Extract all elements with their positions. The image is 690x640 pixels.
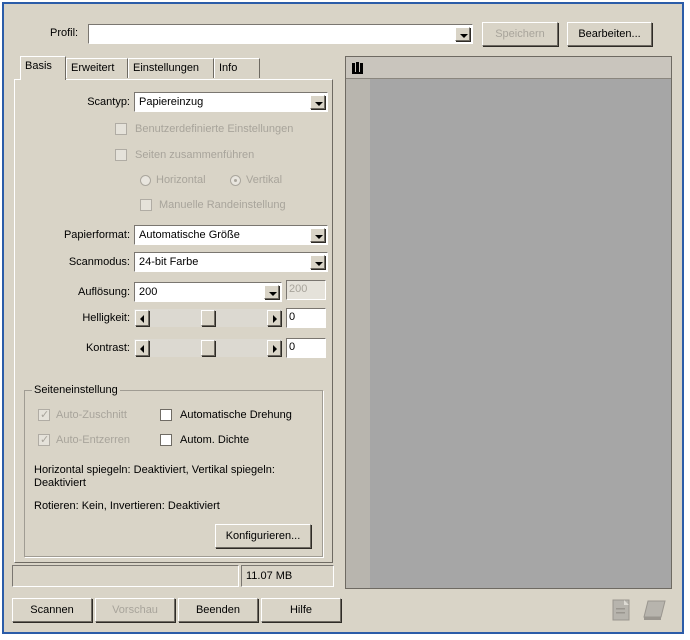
profile-label: Profil:	[50, 27, 79, 39]
preview-pane	[345, 56, 672, 589]
scan-mode-label: Scanmodus:	[68, 256, 130, 268]
scan-area-icon[interactable]	[640, 598, 668, 622]
custom-settings-label: Benutzerdefinierte Einstellungen	[135, 123, 294, 135]
tab-basis[interactable]: Basis	[20, 56, 66, 80]
contrast-label: Kontrast:	[85, 342, 130, 354]
contrast-value: 0	[289, 341, 296, 353]
preview-button[interactable]: Vorschau	[95, 598, 175, 622]
chevron-down-icon[interactable]	[310, 255, 325, 269]
brightness-field[interactable]: 0	[286, 308, 326, 328]
tab-erweitert[interactable]: Erweitert	[66, 58, 128, 78]
contrast-thumb[interactable]	[201, 340, 215, 356]
vertical-radio[interactable]	[230, 175, 241, 186]
paper-format-label: Papierformat:	[63, 229, 130, 241]
auto-rotation-label: Automatische Drehung	[180, 409, 292, 421]
scantype-value: Papiereinzug	[139, 96, 204, 108]
configure-button[interactable]: Konfigurieren...	[215, 524, 311, 548]
chevron-down-icon[interactable]	[310, 228, 325, 242]
merge-pages-checkbox[interactable]	[115, 149, 127, 161]
contrast-slider[interactable]	[134, 339, 282, 357]
resolution-select[interactable]: 200	[134, 282, 282, 302]
scan-mode-value: 24-bit Farbe	[139, 256, 199, 268]
auto-deskew-label: Auto-Entzerren	[56, 434, 130, 446]
tab-info[interactable]: Info	[214, 58, 260, 78]
scan-mode-select[interactable]: 24-bit Farbe	[134, 252, 328, 272]
finish-button[interactable]: Beenden	[178, 598, 258, 622]
preview-tool-icon[interactable]	[350, 60, 366, 76]
auto-density-checkbox[interactable]	[160, 434, 172, 446]
mirror-info-text: Horizontal spiegeln: Deaktiviert, Vertik…	[34, 464, 275, 489]
scantype-select[interactable]: Papiereinzug	[134, 92, 328, 112]
merge-pages-label: Seiten zusammenführen	[135, 149, 255, 161]
horizontal-radio[interactable]	[140, 175, 151, 186]
auto-crop-label: Auto-Zuschnitt	[56, 409, 127, 421]
manual-margin-label: Manuelle Randeinstellung	[159, 199, 286, 211]
brightness-label: Helligkeit:	[82, 312, 130, 324]
auto-density-label: Autom. Dichte	[180, 434, 250, 446]
brightness-thumb[interactable]	[201, 310, 215, 326]
scantype-label: Scantyp:	[87, 96, 130, 108]
paper-format-value: Automatische Größe	[139, 229, 240, 241]
manual-margin-checkbox[interactable]	[140, 199, 152, 211]
status-size-field: 11.07 MB	[241, 565, 334, 587]
auto-crop-checkbox[interactable]: ✓	[38, 409, 50, 421]
contrast-field[interactable]: 0	[286, 338, 326, 358]
edit-button[interactable]: Bearbeiten...	[567, 22, 652, 46]
page-settings-title: Seiteneinstellung	[32, 384, 120, 396]
chevron-down-icon[interactable]	[455, 27, 470, 41]
arrow-right-icon[interactable]	[267, 310, 281, 326]
chevron-down-icon[interactable]	[310, 95, 325, 109]
resolution-label: Auflösung:	[78, 286, 130, 298]
brightness-value: 0	[289, 311, 296, 323]
status-size-value: 11.07 MB	[246, 570, 293, 582]
preview-ruler	[346, 79, 370, 588]
horizontal-label: Horizontal	[156, 174, 206, 186]
resolution-value: 200	[139, 286, 158, 298]
custom-settings-checkbox[interactable]	[115, 123, 127, 135]
paper-format-select[interactable]: Automatische Größe	[134, 225, 328, 245]
preview-toolbar	[346, 57, 671, 79]
status-left-field	[12, 565, 239, 587]
rotate-info-text: Rotieren: Kein, Invertieren: Deaktiviert	[34, 500, 220, 512]
scan-button[interactable]: Scannen	[12, 598, 92, 622]
auto-rotation-checkbox[interactable]	[160, 409, 172, 421]
brightness-slider[interactable]	[134, 309, 282, 327]
chevron-down-icon[interactable]	[264, 285, 279, 299]
arrow-left-icon[interactable]	[135, 310, 149, 326]
profile-select[interactable]	[88, 24, 473, 44]
save-button[interactable]: Speichern	[482, 22, 558, 46]
resolution-side-value: 200	[289, 283, 308, 295]
auto-deskew-checkbox[interactable]: ✓	[38, 434, 50, 446]
help-button[interactable]: Hilfe	[261, 598, 341, 622]
tab-einstellungen[interactable]: Einstellungen	[128, 58, 214, 78]
document-icon[interactable]	[610, 598, 634, 622]
resolution-side-field: 200	[286, 280, 326, 300]
vertical-label: Vertikal	[246, 174, 283, 186]
arrow-left-icon[interactable]	[135, 340, 149, 356]
arrow-right-icon[interactable]	[267, 340, 281, 356]
